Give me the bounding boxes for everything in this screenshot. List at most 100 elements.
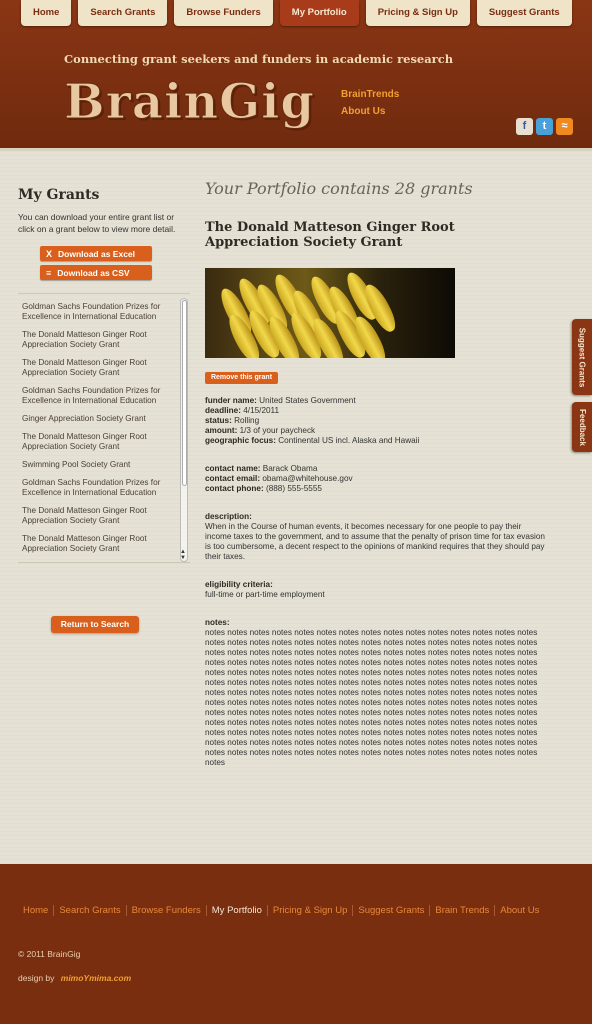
grant-list-item[interactable]: The Donald Matteson Ginger Root Apprecia… (18, 534, 176, 562)
main-area: My Grants You can download your entire g… (0, 148, 592, 864)
grant-list-panel: Goldman Sachs Foundation Prizes for Exce… (18, 293, 190, 563)
download-csv-button[interactable]: ≡ Download as CSV (40, 265, 152, 280)
field-label: amount: (205, 426, 238, 435)
field-label: deadline: (205, 406, 241, 415)
return-to-search-button[interactable]: Return to Search (51, 616, 139, 633)
notes-label: notes: (205, 618, 230, 627)
scrollbar-thumb[interactable] (182, 300, 187, 486)
design-credit: design by mimoYmima.com (18, 973, 131, 983)
braintrends-link[interactable]: BrainTrends (341, 89, 399, 100)
eligibility-section: eligibility criteria: full-time or part-… (205, 580, 545, 600)
grant-list-item[interactable]: Goldman Sachs Foundation Prizes for Exce… (18, 302, 176, 330)
footer-link[interactable]: About Us (494, 905, 544, 916)
site-footer: Home Search Grants Browse Funders My Portfo… (0, 864, 592, 1024)
field-value: United States Government (259, 396, 356, 405)
grant-list-item[interactable]: The Donald Matteson Ginger Root Apprecia… (18, 330, 176, 358)
field-row: amount: 1/3 of your paycheck (205, 426, 545, 436)
notes-section: notes: notes notes notes notes notes not… (205, 618, 545, 768)
field-value: Barack Obama (262, 464, 318, 473)
grant-detail: Your Portfolio contains 28 grants The Do… (205, 179, 545, 768)
description-section: description: When in the Course of human… (205, 512, 545, 562)
footer-link[interactable]: Pricing & Sign Up (266, 905, 352, 916)
remove-grant-button[interactable]: Remove this grant (205, 372, 278, 384)
nav-tab-suggest-grants[interactable]: Suggest Grants (476, 0, 572, 26)
nav-tab-home[interactable]: Home (21, 0, 72, 26)
footer-link[interactable]: Home (23, 905, 53, 916)
grant-info-fields: funder name: United States Government dea… (205, 396, 545, 446)
nav-tab-search-grants[interactable]: Search Grants (78, 0, 168, 26)
grant-title: The Donald Matteson Ginger Root Apprecia… (205, 220, 455, 250)
eligibility-label: eligibility criteria: (205, 580, 273, 589)
field-value: 4/15/2011 (243, 406, 280, 415)
rss-icon[interactable]: ≈ (556, 118, 573, 135)
field-label: status: (205, 416, 232, 425)
scroll-arrows-icon[interactable]: ▲ ▼ (179, 549, 187, 561)
footer-link[interactable]: Search Grants (53, 905, 125, 916)
grant-list-item[interactable]: Goldman Sachs Foundation Prizes for Exce… (18, 562, 176, 563)
grant-list-item[interactable]: The Donald Matteson Ginger Root Apprecia… (18, 358, 176, 386)
nav-tab-pricing-sign-up[interactable]: Pricing & Sign Up (365, 0, 470, 26)
download-csv-label: Download as CSV (57, 267, 130, 278)
footer-link[interactable]: Browse Funders (125, 905, 206, 916)
grant-list-item[interactable]: Goldman Sachs Foundation Prizes for Exce… (18, 386, 176, 414)
field-label: contact email: (205, 474, 261, 483)
csv-icon: ≡ (46, 267, 52, 278)
footer-link[interactable]: Suggest Grants (352, 905, 429, 916)
footer-link[interactable]: Brain Trends (429, 905, 494, 916)
tagline: Connecting grant seekers and funders in … (64, 52, 454, 66)
field-row: funder name: United States Government (205, 396, 545, 406)
social-icons: f t ≈ (516, 118, 573, 135)
copyright: © 2011 BrainGig (18, 949, 81, 959)
field-row: geographic focus: Continental US incl. A… (205, 436, 545, 446)
nav-tab-browse-funders[interactable]: Browse Funders (174, 0, 273, 26)
field-value: Continental US incl. Alaska and Hawaii (278, 436, 420, 445)
portfolio-heading: Your Portfolio contains 28 grants (205, 179, 473, 198)
footer-nav: Home Search Grants Browse Funders My Portfo… (23, 905, 544, 916)
grant-list-item[interactable]: Swimming Pool Society Grant (18, 460, 176, 478)
field-value: 1/3 of your paycheck (239, 426, 316, 435)
sidebar-title: My Grants (18, 187, 100, 203)
field-value: obama@whitehouse.gov (262, 474, 353, 483)
suggest-grants-side-tab[interactable]: Suggest Grants (572, 319, 592, 395)
field-row: contact email: obama@whitehouse.gov (205, 474, 545, 484)
eligibility-text: full-time or part-time employment (205, 590, 325, 599)
excel-icon: X (46, 248, 53, 259)
feedback-side-tab[interactable]: Feedback (572, 402, 592, 452)
site-logo[interactable]: BrainGig (64, 74, 315, 131)
field-row: contact name: Barack Obama (205, 464, 545, 474)
grant-list-item[interactable]: The Donald Matteson Ginger Root Apprecia… (18, 432, 176, 460)
sidebar: My Grants You can download your entire g… (18, 187, 190, 633)
grant-list-scrollbar[interactable]: ▲ ▼ (180, 298, 188, 562)
designer-link[interactable]: mimoYmima.com (61, 973, 131, 983)
field-label: geographic focus: (205, 436, 276, 445)
sidebar-description: You can download your entire grant list … (18, 212, 176, 234)
grant-list: Goldman Sachs Foundation Prizes for Exce… (18, 294, 190, 563)
grant-list-item[interactable]: Goldman Sachs Foundation Prizes for Exce… (18, 478, 176, 506)
description-label: description: (205, 512, 252, 521)
site-header: Home Search Grants Browse Funders My Portfo… (0, 0, 592, 150)
grant-list-item[interactable]: Ginger Appreciation Society Grant (18, 414, 176, 432)
suggest-grants-tab-label: Suggest Grants (577, 327, 587, 387)
facebook-icon[interactable]: f (516, 118, 533, 135)
notes-text: notes notes notes notes notes notes note… (205, 628, 538, 767)
field-label: funder name: (205, 396, 257, 405)
field-row: contact phone: (888) 555-5555 (205, 484, 545, 494)
grant-list-item[interactable]: The Donald Matteson Ginger Root Apprecia… (18, 506, 176, 534)
field-value: Rolling (234, 416, 260, 425)
field-label: contact name: (205, 464, 261, 473)
feedback-tab-label: Feedback (577, 408, 587, 446)
credit-prefix: design by (18, 973, 55, 983)
about-us-link[interactable]: About Us (341, 106, 399, 117)
footer-link[interactable]: My Portfolio (205, 905, 267, 916)
twitter-icon[interactable]: t (536, 118, 553, 135)
header-links: BrainTrends About Us (341, 89, 399, 117)
grant-image (205, 268, 455, 358)
nav-tab-my-portfolio[interactable]: My Portfolio (279, 0, 359, 26)
field-row: deadline: 4/15/2011 (205, 406, 545, 416)
field-label: contact phone: (205, 484, 264, 493)
download-excel-label: Download as Excel (58, 248, 136, 259)
download-excel-button[interactable]: X Download as Excel (40, 246, 152, 261)
field-value: (888) 555-5555 (265, 484, 322, 493)
main-nav: Home Search Grants Browse Funders My Portfo… (21, 0, 572, 26)
contact-fields: contact name: Barack Obama contact email:… (205, 464, 545, 494)
